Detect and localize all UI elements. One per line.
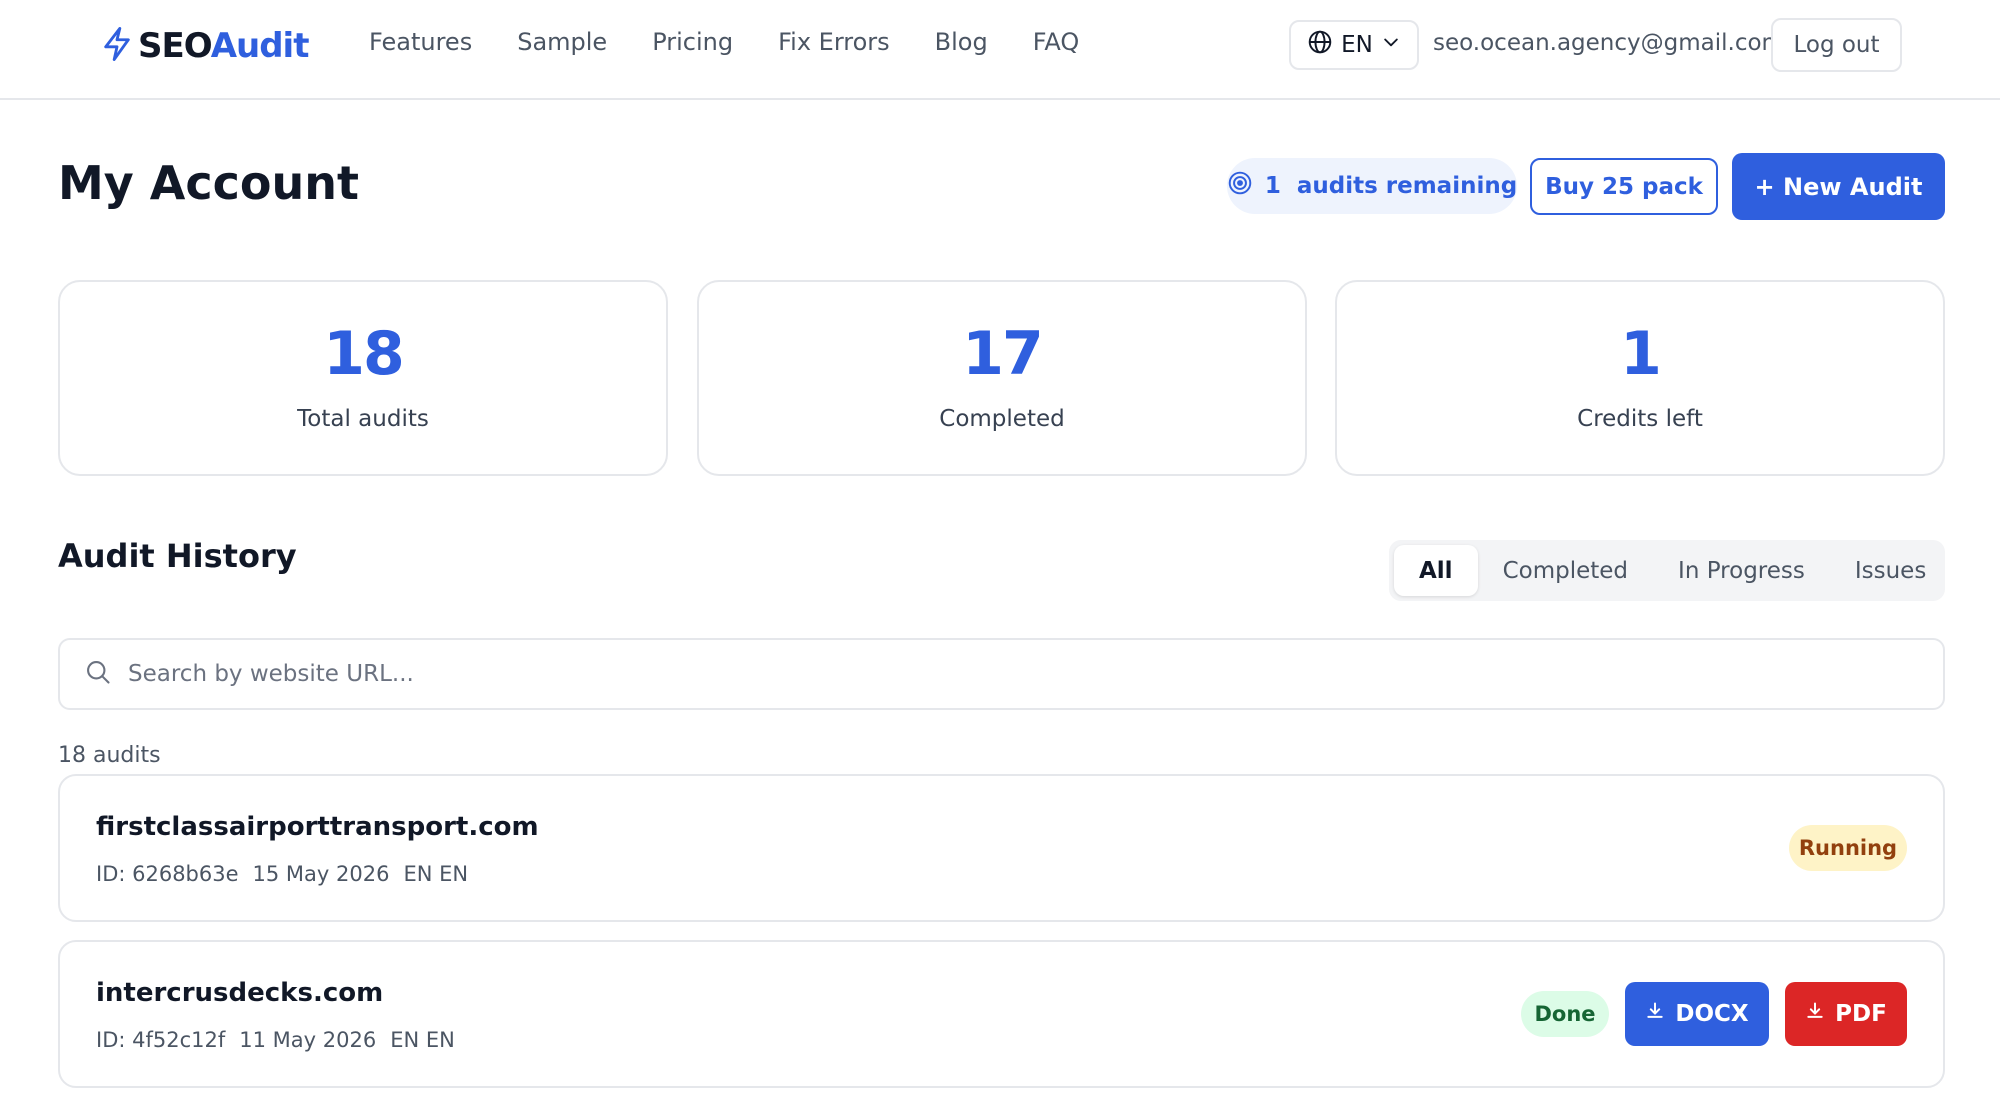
search-input[interactable] xyxy=(128,661,1908,687)
stat-card-completed: 17 Completed xyxy=(697,280,1307,476)
nav-pricing[interactable]: Pricing xyxy=(652,28,733,56)
search-icon xyxy=(84,658,128,690)
status-badge: Done xyxy=(1521,991,1609,1037)
nav-fix-errors[interactable]: Fix Errors xyxy=(778,28,890,56)
tab-issues[interactable]: Issues xyxy=(1830,545,1951,596)
audit-date: 11 May 2026 xyxy=(239,1028,377,1052)
download-docx-button[interactable]: DOCX xyxy=(1625,982,1769,1046)
status-badge: Running xyxy=(1789,825,1907,871)
stat-label: Credits left xyxy=(1577,406,1703,432)
audit-language: EN EN xyxy=(390,1028,455,1052)
download-docx-label: DOCX xyxy=(1675,1001,1749,1027)
download-icon xyxy=(1805,1001,1825,1027)
audit-domain: intercrusdecks.com xyxy=(96,978,384,1008)
logo-text-seo: SEO xyxy=(138,26,212,66)
audit-meta: ID: 4f52c12f 11 May 2026 EN EN xyxy=(96,1028,455,1052)
top-header: SEOAudit Features Sample Pricing Fix Err… xyxy=(0,0,2000,100)
stat-card-total: 18 Total audits xyxy=(58,280,668,476)
audits-remaining-text: 1 audits remaining xyxy=(1264,173,1518,199)
chevron-down-icon xyxy=(1381,32,1401,58)
download-pdf-button[interactable]: PDF xyxy=(1785,982,1907,1046)
filter-tabs: All Completed In Progress Issues xyxy=(1389,540,1945,601)
audit-count: 18 audits xyxy=(58,743,161,768)
stat-value: 18 xyxy=(323,319,404,389)
audit-meta: ID: 6268b63e 15 May 2026 EN EN xyxy=(96,862,468,886)
audit-language: EN EN xyxy=(403,862,469,886)
user-email: seo.ocean.agency@gmail.com xyxy=(1433,30,1784,56)
logo-text: SEOAudit xyxy=(138,26,310,66)
page-title: My Account xyxy=(58,156,359,210)
download-pdf-label: PDF xyxy=(1835,1001,1887,1027)
stat-value: 17 xyxy=(962,319,1043,389)
audit-row[interactable]: intercrusdecks.com ID: 4f52c12f 11 May 2… xyxy=(58,940,1945,1088)
target-icon xyxy=(1227,170,1253,202)
audit-row[interactable]: firstclassairporttransport.com ID: 6268b… xyxy=(58,774,1945,922)
nav-features[interactable]: Features xyxy=(369,28,472,56)
lightning-bolt-icon xyxy=(100,25,134,67)
tab-completed[interactable]: Completed xyxy=(1478,545,1653,596)
nav-sample[interactable]: Sample xyxy=(517,28,607,56)
logo-text-audit: Audit xyxy=(210,26,310,66)
audit-date: 15 May 2026 xyxy=(252,862,390,886)
new-audit-button[interactable]: + New Audit xyxy=(1732,153,1945,220)
nav-blog[interactable]: Blog xyxy=(935,28,988,56)
section-title-audit-history: Audit History xyxy=(58,537,297,575)
audit-domain: firstclassairporttransport.com xyxy=(96,812,539,842)
audit-id: ID: 4f52c12f xyxy=(96,1028,226,1052)
globe-icon xyxy=(1307,29,1333,61)
nav-faq[interactable]: FAQ xyxy=(1033,28,1080,56)
stat-label: Total audits xyxy=(297,406,429,432)
audits-remaining-badge: 1 audits remaining xyxy=(1227,158,1517,214)
search-box xyxy=(58,638,1945,710)
logout-button[interactable]: Log out xyxy=(1771,18,1902,72)
language-selector[interactable]: EN xyxy=(1289,20,1419,70)
stat-card-credits: 1 Credits left xyxy=(1335,280,1945,476)
stat-value: 1 xyxy=(1620,319,1662,389)
main-nav: Features Sample Pricing Fix Errors Blog … xyxy=(369,28,1079,56)
stat-label: Completed xyxy=(939,406,1065,432)
language-code: EN xyxy=(1341,32,1373,58)
logo[interactable]: SEOAudit xyxy=(100,24,310,68)
tab-in-progress[interactable]: In Progress xyxy=(1653,545,1830,596)
tab-all[interactable]: All xyxy=(1394,545,1478,596)
download-icon xyxy=(1645,1001,1665,1027)
buy-pack-button[interactable]: Buy 25 pack xyxy=(1530,158,1718,215)
audit-id: ID: 6268b63e xyxy=(96,862,239,886)
